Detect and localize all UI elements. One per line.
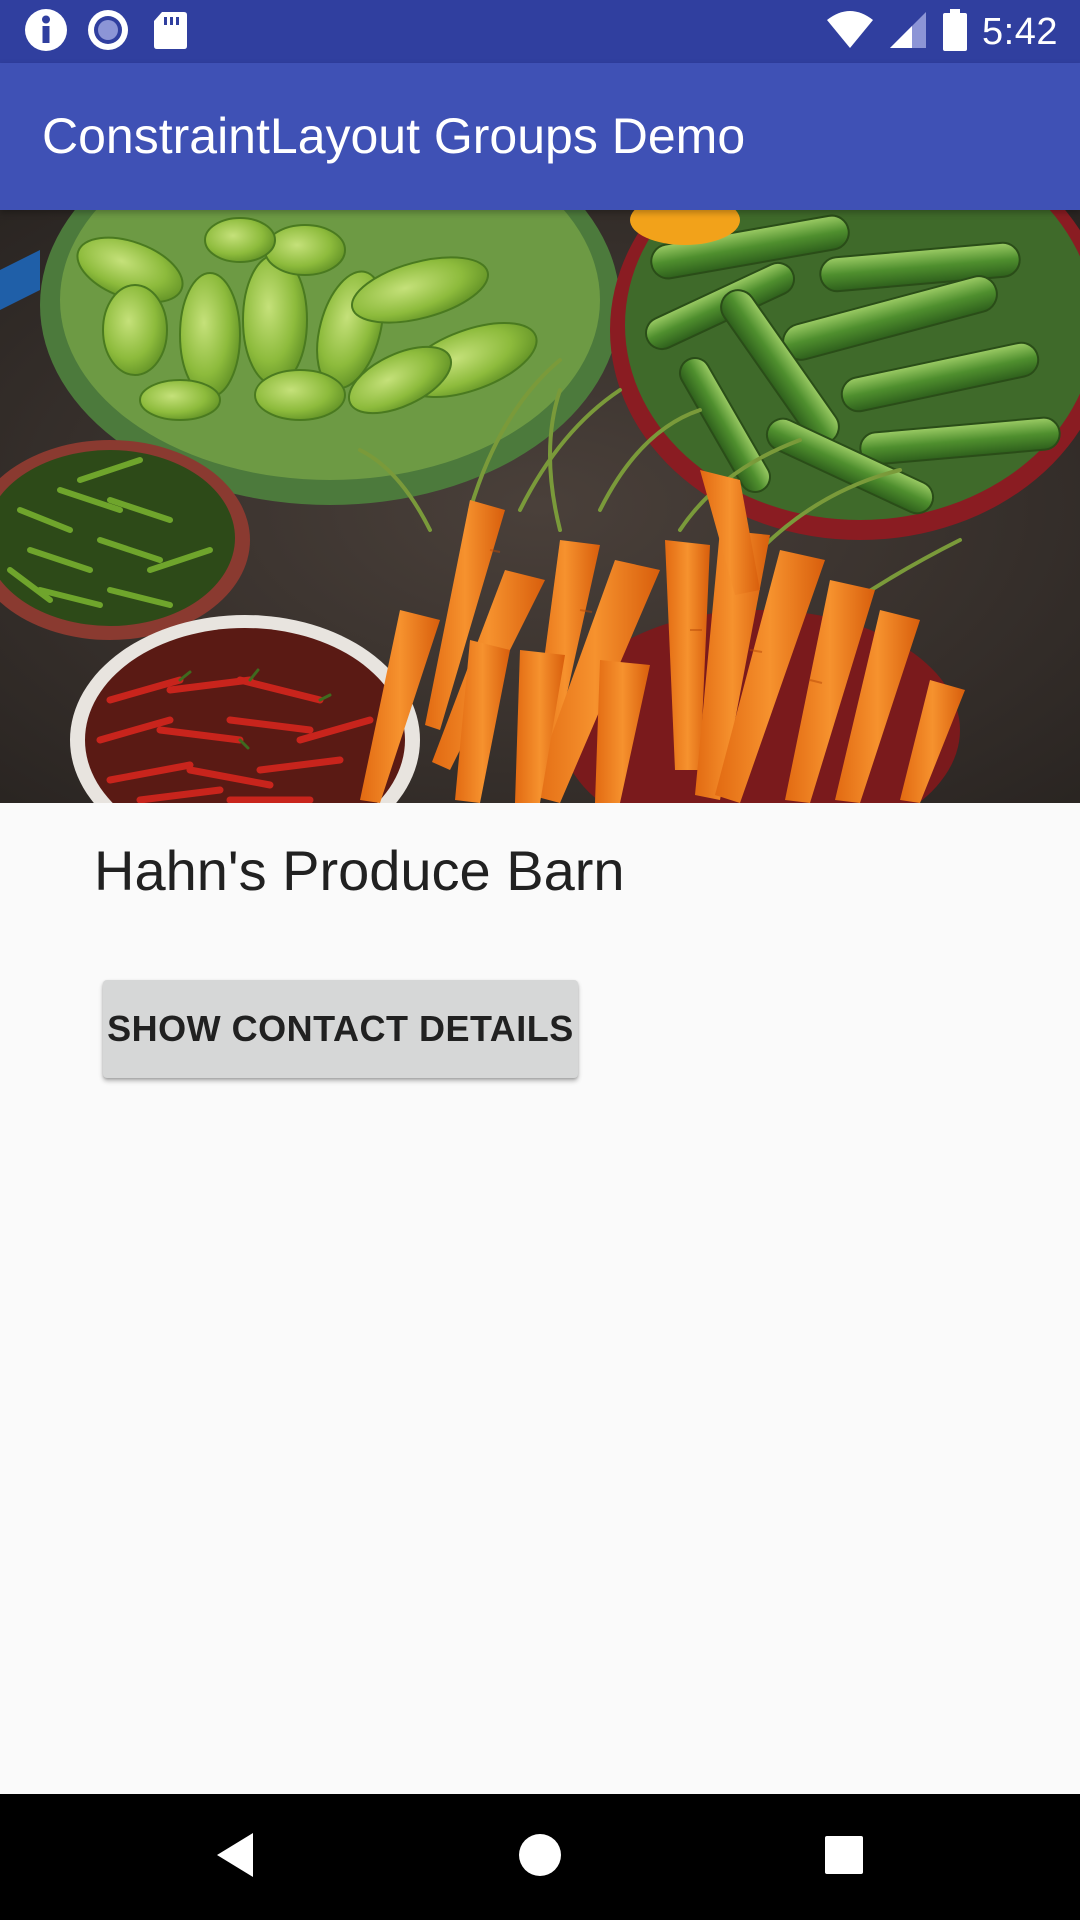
hero-image <box>0 210 1080 803</box>
recents-icon <box>824 1835 864 1879</box>
vegetable-market-photo <box>0 210 1080 803</box>
sd-card-icon <box>148 8 192 56</box>
app-bar: ConstraintLayout Groups Demo <box>0 63 1080 210</box>
signal-icon <box>888 10 928 54</box>
wifi-icon <box>826 10 874 54</box>
store-name: Hahn's Produce Barn <box>94 839 625 902</box>
info-icon <box>24 8 68 56</box>
nav-back-button[interactable] <box>135 1794 335 1920</box>
status-right-icons: 5:42 <box>826 6 1058 58</box>
screen: 5:42 ConstraintLayout Groups Demo Hahn's… <box>0 0 1080 1920</box>
app-title: ConstraintLayout Groups Demo <box>42 108 746 164</box>
nav-recents-button[interactable] <box>744 1794 944 1920</box>
status-bar: 5:42 <box>0 0 1080 63</box>
record-icon <box>86 8 130 56</box>
navigation-bar <box>0 1794 1080 1920</box>
status-left-icons <box>24 8 192 56</box>
back-icon <box>213 1831 257 1883</box>
home-icon <box>517 1832 563 1882</box>
show-contact-details-button[interactable]: SHOW CONTACT DETAILS <box>103 980 578 1078</box>
battery-icon <box>942 9 968 55</box>
status-time: 5:42 <box>982 10 1058 53</box>
nav-home-button[interactable] <box>440 1794 640 1920</box>
